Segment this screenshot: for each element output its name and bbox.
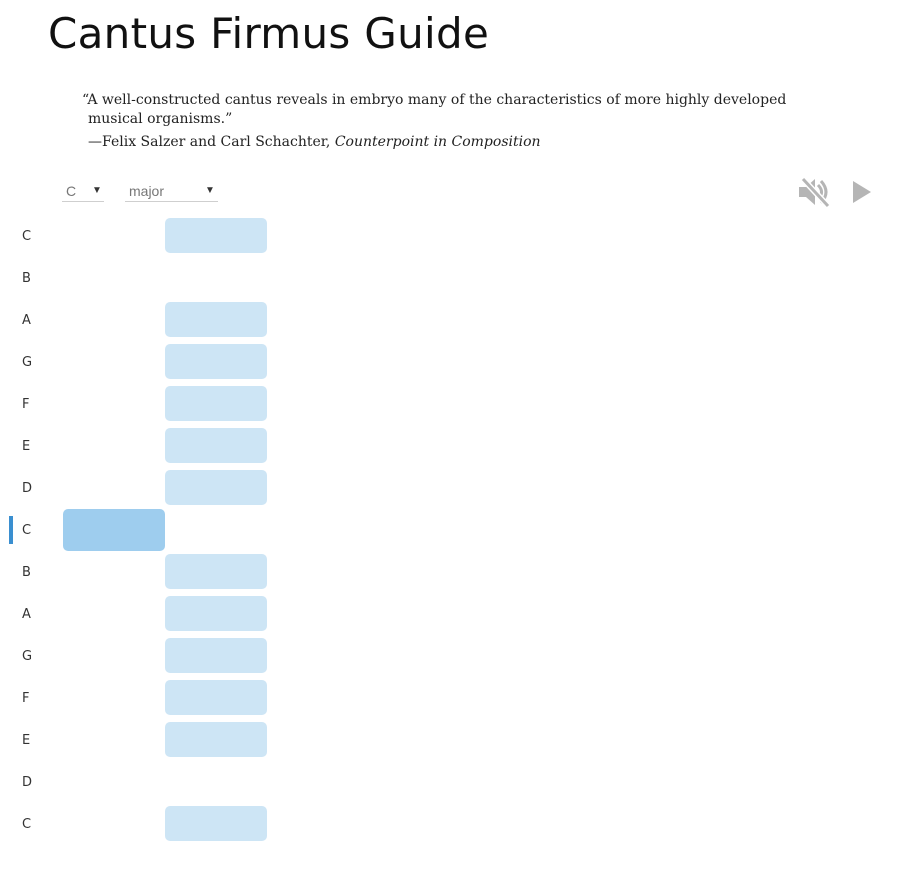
pitch-label: D [22, 775, 33, 790]
pitch-label: G [22, 355, 33, 370]
selected-note-cell[interactable] [63, 509, 165, 551]
pitch-option-cell[interactable] [165, 680, 267, 715]
pitch-option-cell[interactable] [165, 302, 267, 337]
epigraph-attribution: —Felix Salzer and Carl Schachter, Counte… [82, 133, 822, 152]
pitch-label: E [22, 439, 31, 454]
pitch-option-cell[interactable] [165, 470, 267, 505]
pitch-label: G [22, 649, 33, 664]
pitch-label: B [22, 271, 31, 286]
pitch-label: F [22, 397, 30, 412]
tonic-select[interactable]: C ▼ [62, 181, 104, 202]
mode-select-value: major [129, 183, 165, 199]
epigraph-text: “A well-constructed cantus reveals in em… [82, 92, 787, 127]
epigraph: “A well-constructed cantus reveals in em… [82, 91, 822, 152]
pitch-option-cell[interactable] [165, 638, 267, 673]
pitch-label: C [22, 817, 32, 832]
pitch-label: E [22, 733, 31, 748]
pitch-option-cell[interactable] [165, 344, 267, 379]
tonic-select-value: C [66, 183, 77, 199]
epigraph-authors: —Felix Salzer and Carl Schachter, [88, 134, 335, 150]
pitch-option-cell[interactable] [165, 428, 267, 463]
play-icon [853, 181, 871, 203]
pitch-option-cell[interactable] [165, 806, 267, 841]
pitch-label: D [22, 481, 33, 496]
pitch-option-cell[interactable] [165, 596, 267, 631]
mute-toggle-button[interactable] [797, 176, 831, 209]
play-button[interactable] [850, 176, 874, 208]
dropdown-arrow-icon: ▼ [92, 185, 102, 196]
dropdown-arrow-icon: ▼ [205, 185, 215, 196]
tonic-row-marker [9, 516, 13, 544]
pitch-label: C [22, 229, 32, 244]
pitch-label: B [22, 565, 31, 580]
pitch-option-cell[interactable] [165, 386, 267, 421]
pitch-label: A [22, 607, 31, 622]
pitch-label: A [22, 313, 31, 328]
page-title: Cantus Firmus Guide [48, 9, 490, 58]
pitch-option-cell[interactable] [165, 218, 267, 253]
speaker-muted-icon [799, 176, 831, 209]
mode-select[interactable]: major ▼ [125, 181, 218, 202]
pitch-option-cell[interactable] [165, 554, 267, 589]
pitch-label: F [22, 691, 30, 706]
pitch-option-cell[interactable] [165, 722, 267, 757]
pitch-label: C [22, 523, 32, 538]
epigraph-work-title: Counterpoint in Composition [334, 134, 541, 150]
